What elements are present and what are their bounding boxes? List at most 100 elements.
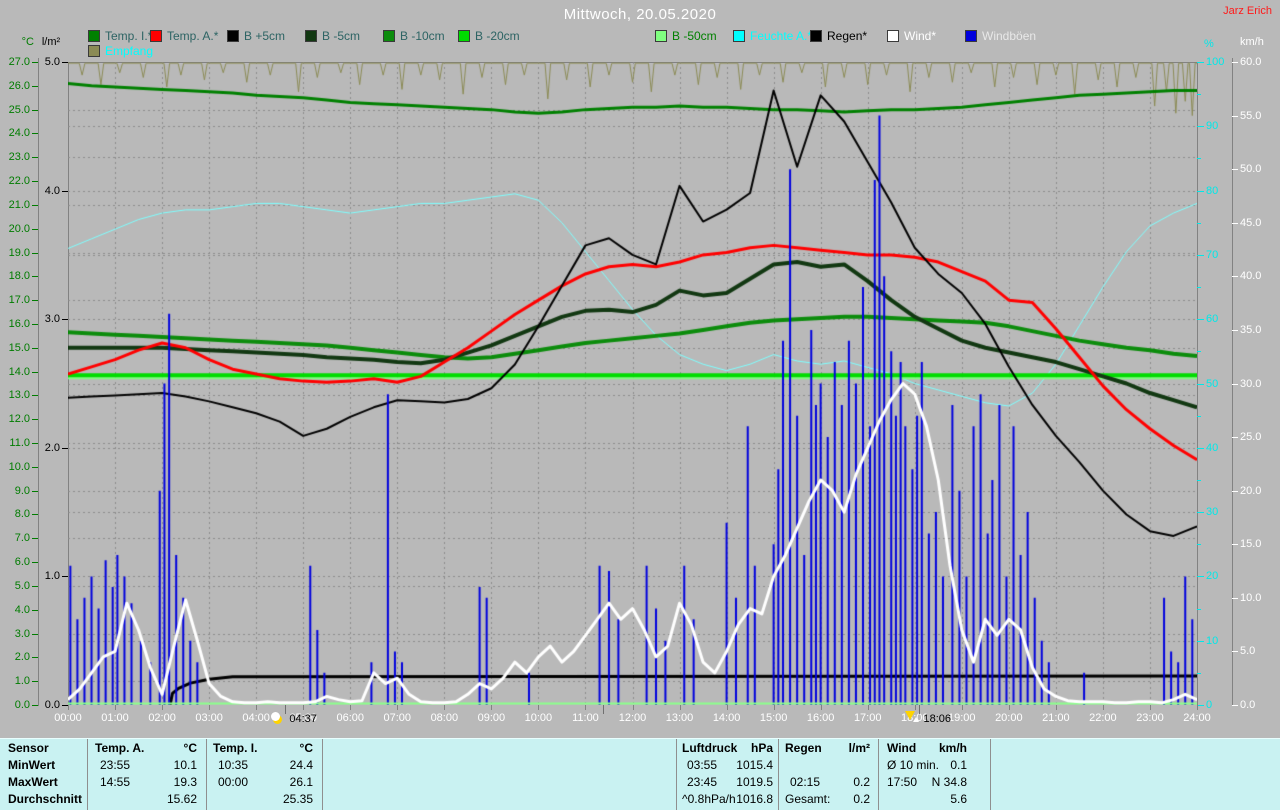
hour-tick — [1102, 705, 1104, 710]
lm2-axis-line — [38, 58, 39, 706]
summary-cell-value: 1015.4 — [736, 758, 773, 772]
panel-separator — [206, 739, 207, 810]
percent-tick — [1197, 544, 1201, 546]
summary-col-header-temp-i: Temp. I. — [213, 741, 258, 755]
noon-tick — [603, 705, 605, 714]
hour-tick — [1149, 705, 1151, 710]
kmh-axis-line — [1232, 58, 1233, 706]
lm2-tick-label: 2.0 — [44, 441, 60, 454]
summary-cell-value: 1019.5 — [736, 775, 773, 789]
percent-tick — [1197, 447, 1204, 449]
percent-tick — [1197, 576, 1204, 578]
hour-tick-label: 23:00 — [1136, 712, 1164, 724]
summary-row-label: Durchschnitt — [8, 792, 83, 806]
legend-item-wind-: Wind* — [904, 29, 937, 43]
legend-item-feuchte-a-: Feuchte A.* — [750, 29, 813, 43]
sunrise-tick — [285, 705, 287, 714]
percent-tick — [1197, 415, 1201, 417]
percent-tick — [1197, 705, 1204, 706]
lm2-tick — [62, 62, 68, 63]
percent-tick — [1197, 287, 1201, 289]
legend-color-swatch — [655, 30, 667, 42]
percent-tick-label: 60 — [1206, 313, 1219, 326]
celsius-tick — [32, 538, 38, 540]
lm2-tick — [62, 319, 68, 321]
panel-separator — [778, 739, 779, 810]
summary-row-label: Sensor — [8, 741, 49, 755]
y-axis-celsius-unit: °C — [21, 36, 34, 48]
sunset-icon-horizon — [913, 717, 920, 722]
celsius-tick — [32, 228, 38, 230]
celsius-tick — [32, 657, 38, 659]
percent-tick-label: 80 — [1206, 184, 1219, 197]
celsius-tick-label: 9.0 — [14, 484, 30, 497]
kmh-tick — [1232, 651, 1238, 653]
hour-tick-label: 12:00 — [618, 712, 647, 724]
kmh-tick-label: 15.0 — [1240, 538, 1262, 551]
summary-col-header-wind: Wind — [887, 741, 917, 755]
kmh-tick-label: 45.0 — [1240, 216, 1262, 229]
summary-cell-value: 1016.8 — [736, 792, 773, 806]
legend-color-swatch — [810, 30, 822, 42]
hour-tick — [162, 705, 164, 710]
celsius-tick-label: 3.0 — [14, 627, 30, 640]
legend-color-swatch — [88, 30, 100, 42]
hour-tick-label: 09:00 — [477, 712, 506, 724]
hour-tick-label: 03:00 — [195, 712, 223, 724]
summary-cell-value: N 34.8 — [931, 775, 967, 789]
summary-col-unit-wind: km/h — [938, 741, 967, 755]
legend-color-swatch — [88, 45, 100, 57]
summary-cell-value: 5.6 — [950, 792, 967, 806]
legend-color-swatch — [150, 30, 162, 42]
kmh-tick-label: 10.0 — [1240, 591, 1262, 604]
kmh-tick-label: 50.0 — [1240, 163, 1262, 176]
percent-tick-label: 30 — [1206, 506, 1219, 519]
y-axis-percent-unit: % — [1204, 38, 1214, 50]
celsius-tick — [32, 85, 38, 87]
celsius-tick — [32, 490, 38, 492]
summary-cell-value: 19.3 — [173, 775, 197, 789]
lm2-tick — [62, 576, 68, 578]
hour-tick — [444, 705, 446, 710]
hour-tick — [256, 705, 258, 710]
percent-tick — [1197, 383, 1204, 385]
kmh-tick — [1232, 437, 1238, 439]
celsius-tick-label: 0.0 — [14, 699, 30, 711]
percent-tick — [1197, 479, 1201, 481]
lm2-tick-label: 5.0 — [44, 56, 60, 68]
sunrise-time-label: 04:37 — [289, 713, 317, 725]
kmh-tick — [1232, 329, 1238, 331]
celsius-tick-label: 7.0 — [14, 532, 30, 545]
hour-tick — [1008, 705, 1010, 710]
celsius-tick — [32, 585, 38, 587]
kmh-tick-label: 0.0 — [1240, 699, 1256, 711]
celsius-tick-label: 10.0 — [8, 460, 30, 473]
celsius-tick-label: 22.0 — [8, 175, 30, 188]
kmh-tick — [1232, 705, 1238, 706]
hour-tick — [679, 705, 681, 710]
percent-tick-label: 70 — [1206, 248, 1219, 261]
summary-cell-value: 24.4 — [289, 758, 313, 772]
sunset-tick — [919, 705, 921, 714]
legend-item-b-5cm: B -5cm — [322, 29, 361, 43]
hour-tick — [773, 705, 775, 710]
lm2-tick-label: 0.0 — [44, 699, 60, 711]
hour-tick — [491, 705, 493, 710]
panel-separator — [990, 739, 991, 810]
hour-tick — [1055, 705, 1057, 710]
summary-row-label: MaxWert — [8, 775, 58, 789]
legend-item-b-10cm: B -10cm — [400, 29, 445, 43]
hour-tick-label: 20:00 — [995, 712, 1023, 724]
celsius-tick — [32, 276, 38, 278]
hour-tick-label: 06:00 — [336, 712, 365, 724]
kmh-tick — [1232, 62, 1238, 63]
celsius-tick-label: 2.0 — [14, 651, 30, 664]
celsius-tick — [32, 300, 38, 302]
kmh-tick-label: 55.0 — [1240, 109, 1262, 122]
panel-separator — [676, 739, 677, 810]
hour-tick-label: 17:00 — [853, 712, 882, 724]
hour-tick-label: 07:00 — [383, 712, 412, 724]
lm2-tick — [62, 190, 68, 192]
summary-cell-time: 14:55 — [100, 775, 131, 789]
hour-tick-label: 02:00 — [148, 712, 176, 724]
